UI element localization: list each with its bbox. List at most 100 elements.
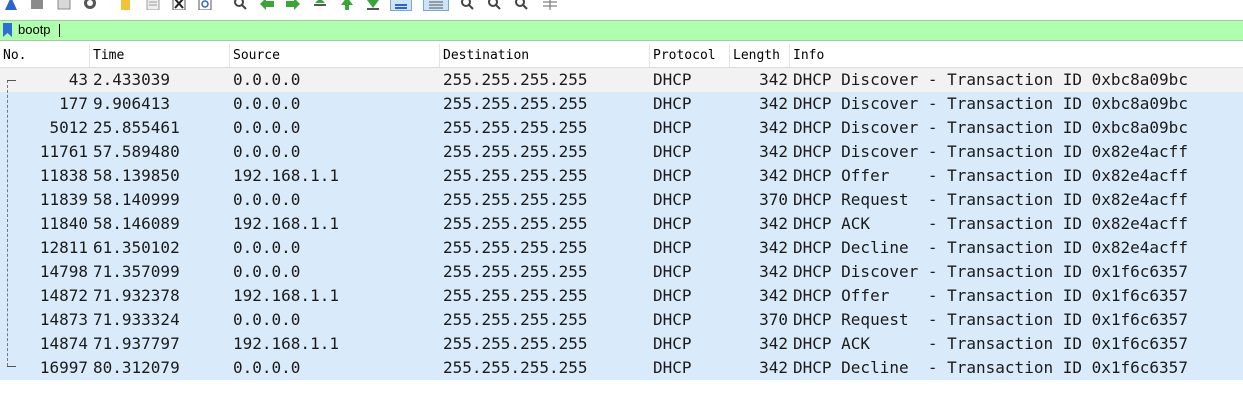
packet-source: 0.0.0.0 (233, 142, 301, 161)
packet-protocol: DHCP (653, 142, 692, 161)
resize-columns-icon[interactable] (540, 0, 560, 11)
packet-time: 58.140999 (93, 190, 180, 209)
main-toolbar (0, 0, 1243, 16)
table-row[interactable]: 12811 61.350102 0.0.0.0 255.255.255.255 DHCP… (0, 236, 1243, 260)
packet-source: 0.0.0.0 (233, 238, 301, 257)
packet-info: DHCP Discover - Transaction ID 0x1f6c635… (793, 262, 1188, 281)
go-forward-icon[interactable] (284, 0, 302, 11)
packet-length: 342 (759, 214, 788, 233)
packet-info: DHCP Discover - Transaction ID 0x82e4acf… (793, 142, 1188, 161)
packet-source: 0.0.0.0 (233, 358, 301, 377)
table-row[interactable]: 43 2.433039 0.0.0.0 255.255.255.255 DHCP 342 D… (0, 68, 1243, 92)
table-row[interactable]: 11761 57.589480 0.0.0.0 255.255.255.255 DHCP… (0, 140, 1243, 164)
find-packet-icon[interactable] (232, 0, 248, 11)
conversation-tree-indicator (7, 80, 17, 367)
display-filter-bar (0, 20, 1243, 41)
packet-info: DHCP Discover - Transaction ID 0xbc8a09b… (793, 70, 1188, 89)
packet-time: 71.357099 (93, 262, 180, 281)
go-to-packet-icon[interactable] (311, 0, 329, 11)
packet-info: DHCP Request - Transaction ID 0x82e4acff (793, 190, 1188, 209)
column-header-destination[interactable]: Destination (440, 44, 650, 67)
packet-protocol: DHCP (653, 118, 692, 137)
packet-length: 342 (759, 118, 788, 137)
packet-length: 342 (759, 238, 788, 257)
packet-time: 71.932378 (93, 286, 180, 305)
packet-source: 192.168.1.1 (233, 214, 339, 233)
column-header-protocol[interactable]: Protocol (650, 44, 730, 67)
table-row[interactable]: 5012 25.855461 0.0.0.0 255.255.255.255 DHCP 3… (0, 116, 1243, 140)
packet-protocol: DHCP (653, 94, 692, 113)
packet-destination: 255.255.255.255 (443, 214, 588, 233)
table-row[interactable]: 11840 58.146089 192.168.1.1 255.255.255.255… (0, 212, 1243, 236)
packet-destination: 255.255.255.255 (443, 94, 588, 113)
packet-info: DHCP Offer - Transaction ID 0x1f6c6357 (793, 286, 1188, 305)
packet-destination: 255.255.255.255 (443, 190, 588, 209)
packet-source: 0.0.0.0 (233, 94, 301, 113)
packet-length: 342 (759, 286, 788, 305)
reload-file-icon[interactable] (197, 0, 213, 11)
packet-destination: 255.255.255.255 (443, 310, 588, 329)
column-header-time[interactable]: Time (90, 44, 230, 67)
table-row[interactable]: 14874 71.937797 192.168.1.1 255.255.255.255… (0, 332, 1243, 356)
packet-destination: 255.255.255.255 (443, 238, 588, 257)
table-row[interactable]: 16997 80.312079 0.0.0.0 255.255.255.255 DHCP… (0, 356, 1243, 380)
column-header-info[interactable]: Info (790, 44, 1243, 67)
capture-options-icon[interactable] (82, 0, 98, 11)
packet-info: DHCP ACK - Transaction ID 0x1f6c6357 (793, 334, 1188, 353)
close-file-icon[interactable] (171, 0, 187, 11)
packet-destination: 255.255.255.255 (443, 334, 588, 353)
start-capture-icon[interactable] (3, 0, 19, 11)
display-filter-input[interactable] (16, 22, 1242, 38)
packet-source: 0.0.0.0 (233, 262, 301, 281)
packet-length: 342 (759, 70, 788, 89)
table-row[interactable]: 14873 71.933324 0.0.0.0 255.255.255.255 DHCP… (0, 308, 1243, 332)
packet-source: 0.0.0.0 (233, 70, 301, 89)
last-packet-icon[interactable] (364, 0, 382, 11)
save-file-icon[interactable] (145, 0, 161, 11)
packet-time: 58.139850 (93, 166, 180, 185)
packet-protocol: DHCP (653, 70, 692, 89)
table-row[interactable]: 14798 71.357099 0.0.0.0 255.255.255.255 DHCP… (0, 260, 1243, 284)
auto-scroll-icon[interactable] (390, 0, 412, 11)
packet-destination: 255.255.255.255 (443, 118, 588, 137)
packet-protocol: DHCP (653, 238, 692, 257)
packet-length: 342 (759, 166, 788, 185)
packet-source: 192.168.1.1 (233, 166, 339, 185)
packet-info: DHCP Offer - Transaction ID 0x82e4acff (793, 166, 1188, 185)
table-row[interactable]: 11839 58.140999 0.0.0.0 255.255.255.255 DHCP… (0, 188, 1243, 212)
packet-source: 0.0.0.0 (233, 118, 301, 137)
packet-destination: 255.255.255.255 (443, 286, 588, 305)
first-packet-icon[interactable] (338, 0, 356, 11)
packet-protocol: DHCP (653, 262, 692, 281)
zoom-in-icon[interactable] (459, 0, 477, 11)
bookmark-icon[interactable] (3, 23, 12, 37)
packet-info: DHCP Request - Transaction ID 0x1f6c6357 (793, 310, 1188, 329)
packet-time: 71.933324 (93, 310, 180, 329)
packet-destination: 255.255.255.255 (443, 358, 588, 377)
table-row[interactable]: 14872 71.932378 192.168.1.1 255.255.255.255… (0, 284, 1243, 308)
colorize-icon[interactable] (423, 0, 449, 11)
column-header-length[interactable]: Length (730, 44, 790, 67)
packet-protocol: DHCP (653, 310, 692, 329)
zoom-out-icon[interactable] (486, 0, 504, 11)
packet-time: 2.433039 (93, 70, 171, 89)
normal-size-icon[interactable] (513, 0, 531, 11)
packet-destination: 255.255.255.255 (443, 262, 588, 281)
table-row[interactable]: 11838 58.139850 192.168.1.1 255.255.255.255… (0, 164, 1243, 188)
open-file-icon[interactable] (118, 0, 134, 11)
packet-protocol: DHCP (653, 166, 692, 185)
packet-protocol: DHCP (653, 190, 692, 209)
packet-time: 71.937797 (93, 334, 180, 353)
go-back-icon[interactable] (258, 0, 276, 11)
column-header-source[interactable]: Source (230, 44, 440, 67)
table-row[interactable]: 177 9.906413 0.0.0.0 255.255.255.255 DHCP 342… (0, 92, 1243, 116)
restart-capture-icon[interactable] (56, 0, 72, 11)
packet-length: 370 (759, 310, 788, 329)
packet-info: DHCP Discover - Transaction ID 0xbc8a09b… (793, 118, 1188, 137)
packet-info: DHCP Decline - Transaction ID 0x82e4acff (793, 238, 1188, 257)
packet-info: DHCP Discover - Transaction ID 0xbc8a09b… (793, 94, 1188, 113)
text-cursor (59, 24, 60, 37)
packet-source: 192.168.1.1 (233, 334, 339, 353)
stop-capture-icon[interactable] (29, 0, 45, 11)
column-header-no[interactable]: No. (0, 44, 90, 67)
